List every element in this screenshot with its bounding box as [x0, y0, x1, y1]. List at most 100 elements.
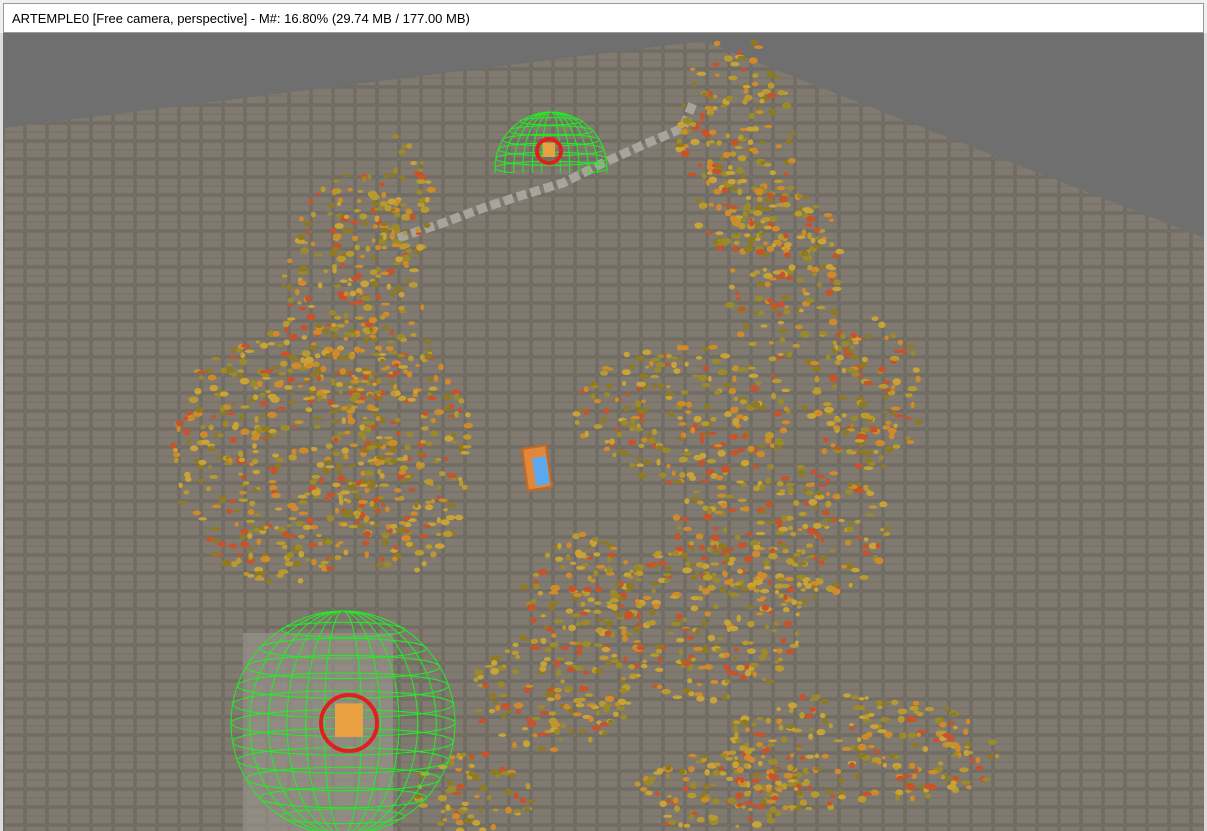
tree-leaf	[312, 329, 322, 335]
tree-leaf	[297, 233, 306, 241]
tree-leaf	[753, 210, 763, 216]
tree-leaf	[316, 461, 325, 468]
tree-leaf	[767, 743, 776, 747]
tree-leaf	[566, 542, 572, 549]
tree-leaf	[635, 602, 643, 609]
tree-leaf	[755, 110, 764, 114]
tree-leaf	[394, 211, 401, 218]
tree-leaf	[381, 539, 389, 547]
tree-leaf	[712, 577, 722, 583]
tree-leaf	[847, 522, 854, 526]
tree-leaf	[884, 445, 894, 453]
tree-leaf	[868, 744, 875, 749]
tree-leaf	[723, 663, 730, 671]
tree-leaf	[689, 576, 698, 580]
tree-leaf	[287, 317, 296, 321]
tree-leaf	[297, 534, 305, 539]
tree-leaf	[798, 512, 807, 516]
tree-leaf	[816, 728, 826, 736]
ground-plane[interactable]	[3, 41, 1204, 831]
tree-leaf	[458, 755, 463, 760]
tree-leaf	[573, 592, 582, 597]
tree-leaf	[414, 567, 420, 573]
tree-leaf	[661, 688, 671, 695]
tree-leaf	[821, 753, 829, 759]
tree-leaf	[810, 791, 820, 798]
tree-leaf	[757, 92, 765, 97]
tree-leaf	[328, 310, 336, 316]
tree-leaf	[664, 362, 670, 367]
tree-leaf	[913, 710, 920, 714]
tree-leaf	[944, 705, 950, 712]
tree-leaf	[725, 756, 734, 761]
tree-leaf	[454, 410, 459, 418]
tree-leaf	[784, 305, 789, 309]
tree-leaf	[391, 243, 401, 248]
camera-marker[interactable]	[521, 444, 553, 492]
tree-leaf	[763, 225, 772, 230]
tree-leaf	[720, 104, 728, 108]
tree-leaf	[842, 746, 852, 751]
tree-leaf	[499, 766, 506, 772]
tree-leaf	[728, 625, 739, 632]
tree-leaf	[241, 474, 246, 480]
tree-leaf	[699, 437, 704, 444]
tree-leaf	[669, 356, 679, 360]
tree-leaf	[765, 717, 772, 724]
tree-leaf	[287, 303, 293, 307]
tree-leaf	[325, 323, 332, 327]
tree-leaf	[241, 343, 251, 348]
tree-leaf	[430, 417, 436, 424]
tree-leaf	[897, 339, 904, 345]
tree-leaf	[243, 572, 250, 576]
tree-leaf	[755, 531, 766, 536]
tree-leaf	[759, 484, 765, 491]
tree-leaf	[645, 562, 652, 568]
tree-leaf	[584, 430, 589, 438]
tree-leaf	[796, 772, 803, 778]
tree-leaf	[959, 767, 969, 773]
tree-leaf	[275, 457, 284, 463]
tree-leaf	[381, 502, 386, 507]
tree-leaf	[740, 719, 749, 727]
tree-leaf	[795, 612, 800, 617]
tree-leaf	[696, 71, 707, 76]
tree-leaf	[416, 189, 423, 195]
tree-leaf	[814, 491, 823, 496]
tree-leaf	[892, 444, 901, 449]
tree-leaf	[392, 556, 398, 562]
tree-leaf	[706, 507, 713, 515]
tree-leaf	[344, 331, 349, 336]
viewport-title-bar[interactable]: ARTEMPLE0 [Free camera, perspective] - M…	[3, 3, 1204, 33]
tree-leaf	[327, 203, 336, 208]
tree-leaf	[708, 344, 718, 350]
tree-leaf	[871, 316, 879, 321]
tree-leaf	[734, 290, 740, 296]
tree-leaf	[402, 231, 408, 236]
tree-leaf	[783, 309, 791, 315]
tree-leaf	[393, 544, 399, 550]
tree-leaf	[817, 560, 825, 566]
tree-leaf	[240, 405, 250, 409]
tree-leaf	[698, 544, 706, 550]
tree-leaf	[849, 354, 859, 360]
tree-leaf	[474, 669, 484, 676]
tree-leaf	[469, 753, 475, 760]
tree-leaf	[343, 549, 349, 556]
tree-leaf	[399, 479, 409, 483]
tree-leaf	[239, 358, 245, 364]
scene-canvas[interactable]	[3, 33, 1204, 831]
tree-leaf	[548, 604, 555, 611]
3d-viewport[interactable]	[3, 33, 1204, 831]
tree-leaf	[825, 289, 834, 296]
tree-leaf	[884, 335, 889, 341]
tree-leaf	[780, 476, 790, 481]
tree-leaf	[414, 500, 419, 508]
tree-leaf	[850, 345, 855, 350]
tree-leaf	[765, 501, 773, 508]
tree-leaf	[732, 375, 737, 383]
tree-leaf	[773, 620, 779, 627]
tree-leaf	[591, 705, 599, 710]
tree-leaf	[836, 354, 845, 361]
tree-leaf	[430, 498, 436, 504]
